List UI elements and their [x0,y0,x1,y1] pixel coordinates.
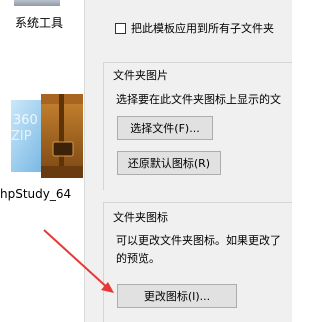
folder-icons-group-border-left [103,202,104,322]
folder-icons-description-line2: 的预览。 [116,252,160,265]
desktop-area: 系统工具 360 ZIP hpStudy_64 [0,0,84,322]
svg-text:360: 360 [13,113,38,128]
restore-default-button[interactable]: 还原默认图标(R) [117,151,221,175]
apply-to-subfolders-checkbox[interactable] [115,22,126,34]
phpstudy-icon[interactable]: 360 ZIP [11,94,85,180]
apply-to-subfolders-row[interactable]: 把此模板应用到所有子文件夹 [115,20,274,36]
apply-to-subfolders-label[interactable]: 把此模板应用到所有子文件夹 [131,20,274,36]
folder-pictures-group-border-left [103,62,104,190]
folder-icons-group-border [103,202,292,203]
choose-file-button[interactable]: 选择文件(F)... [117,116,213,140]
desktop-icon-label-system-tools[interactable]: 系统工具 [15,14,63,31]
folder-pictures-description: 选择要在此文件夹图标上显示的文 [116,93,281,106]
change-icon-button[interactable]: 更改图标(I)... [117,284,237,308]
folder-icons-description-line1: 可以更改文件夹图标。如果更改了 [116,234,281,247]
svg-text:ZIP: ZIP [11,129,32,144]
system-tools-icon[interactable] [14,0,60,6]
folder-properties-dialog: 把此模板应用到所有子文件夹 文件夹图片 选择要在此文件夹图标上显示的文 选择文件… [84,0,292,322]
desktop-icon-label-phpstudy[interactable]: hpStudy_64 [0,187,71,201]
folder-pictures-group-border [103,62,292,63]
folder-icons-title: 文件夹图标 [111,209,170,225]
folder-pictures-title: 文件夹图片 [111,67,170,83]
